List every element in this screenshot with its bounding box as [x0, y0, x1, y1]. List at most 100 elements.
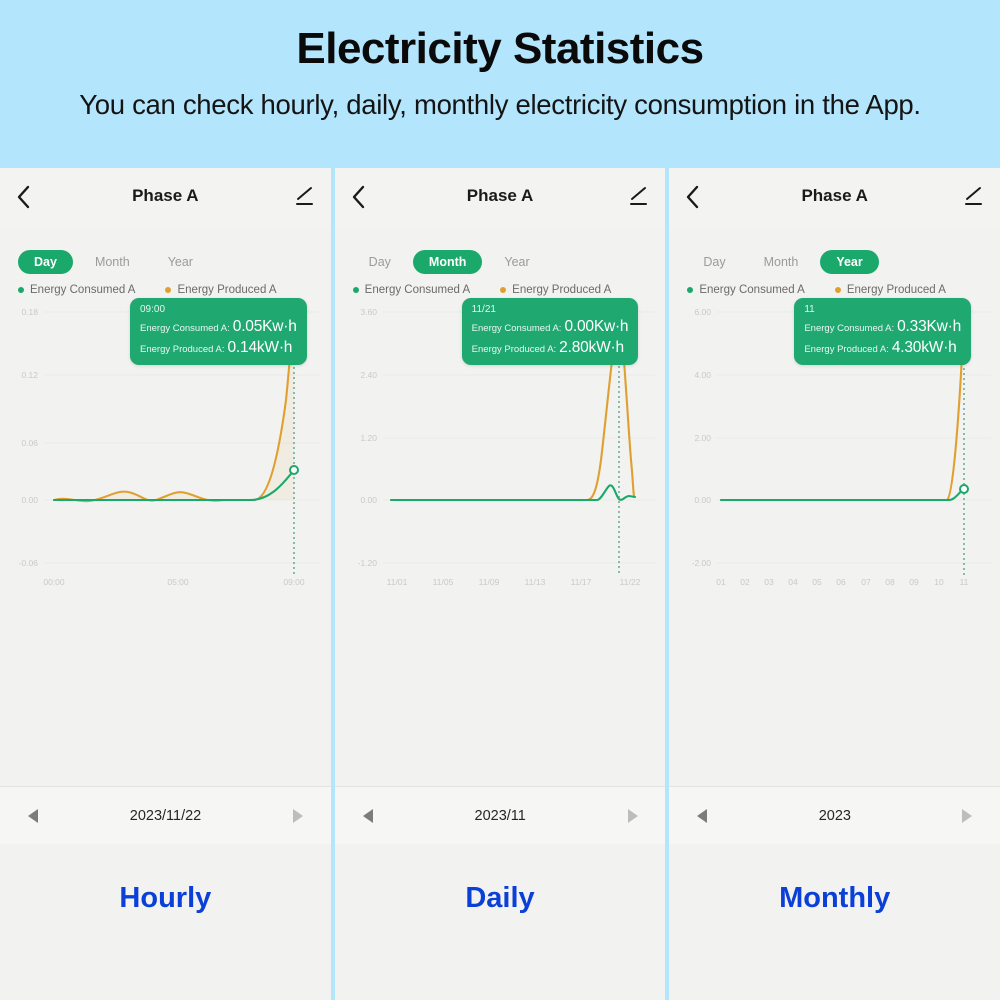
tooltip-label-produced: Energy Produced A: [140, 344, 225, 355]
page-subtitle: You can check hourly, daily, monthly ele… [79, 88, 921, 120]
legend-item-consumed: Energy Consumed A [18, 284, 135, 296]
date-value: 2023/11/22 [129, 807, 202, 824]
legend-item-consumed: Energy Consumed A [352, 284, 471, 296]
tooltip-label-consumed: Energy Consumed A: [804, 323, 895, 334]
xtick-1: 02 [741, 577, 751, 587]
tooltip-value-consumed: 0.33Kw·h [897, 318, 962, 335]
tooltip-time: 11 [804, 304, 815, 315]
tab-month[interactable]: Month [748, 250, 815, 274]
legend-dot-green-icon [352, 287, 359, 293]
ytick-4: 0.18 [21, 307, 38, 317]
chart-tooltip: 11/21 Energy Consumed A: 0.00Kw·h Energy… [461, 298, 639, 365]
phone-screenshot-row: Phase A Day Month Year Energy Consumed A… [0, 168, 1000, 868]
legend-item-produced: Energy Produced A [500, 284, 611, 296]
nav-title: Phase A [801, 186, 868, 205]
tab-year[interactable]: Year [152, 250, 209, 274]
tooltip-label-produced: Energy Produced A: [471, 344, 557, 355]
chart-area[interactable]: 0.18 0.12 0.06 0.00 -0.06 00:00 05:00 09… [0, 298, 331, 600]
tab-year[interactable]: Year [488, 250, 545, 274]
xtick-4: 11/17 [570, 577, 591, 587]
chart-legend: Energy Consumed A Energy Produced A [0, 274, 331, 296]
xtick-10: 11 [960, 577, 969, 587]
xtick-2: 03 [765, 577, 775, 587]
tooltip-row-consumed: Energy Consumed A: 0.05Kw·h [140, 318, 297, 336]
ytick-2: 2.00 [695, 433, 712, 443]
legend-item-produced: Energy Produced A [165, 284, 277, 296]
chart-area[interactable]: 6.00 4.00 2.00 0.00 -2.00 01 02 03 04 05… [669, 298, 1000, 600]
legend-dot-orange-icon [165, 287, 172, 293]
chart-tooltip: 11 Energy Consumed A: 0.33Kw·h Energy Pr… [794, 298, 972, 365]
xtick-3: 04 [789, 577, 799, 587]
xtick-8: 09 [910, 577, 920, 587]
tooltip-label-consumed: Energy Consumed A: [471, 323, 562, 334]
tooltip-row-produced: Energy Produced A: 0.14kW·h [140, 339, 297, 357]
caption-row: Hourly Daily Monthly [0, 868, 1000, 1000]
phone-panel-daily: Phase A Day Month Year Energy Consumed A… [334, 168, 666, 868]
period-tabs: Day Month Year [335, 226, 666, 274]
ytick-2: 0.06 [21, 438, 38, 448]
tab-year[interactable]: Year [820, 250, 879, 274]
tooltip-value-produced: 2.80kW·h [559, 339, 624, 356]
date-value: 2023/11 [474, 807, 526, 824]
ytick-3: 0.12 [21, 370, 38, 380]
legend-label-produced: Energy Produced A [177, 284, 277, 296]
tooltip-time: 11/21 [471, 304, 496, 315]
ytick-2: 1.20 [360, 433, 377, 443]
legend-label-consumed: Energy Consumed A [699, 284, 805, 296]
date-value: 2023 [818, 807, 851, 824]
legend-dot-green-icon [687, 287, 694, 293]
triangle-right-icon[interactable] [627, 808, 638, 823]
triangle-left-icon[interactable] [28, 808, 38, 823]
xtick-1: 05:00 [167, 577, 189, 587]
legend-label-consumed: Energy Consumed A [364, 284, 471, 296]
tab-month[interactable]: Month [79, 250, 146, 274]
pencil-edit-icon[interactable] [629, 186, 649, 208]
page-header: Electricity Statistics You can check hou… [0, 0, 1000, 168]
legend-item-consumed: Energy Consumed A [687, 284, 805, 296]
legend-dot-green-icon [18, 287, 24, 293]
nav-title: Phase A [132, 186, 199, 205]
ytick-4: 3.60 [360, 307, 377, 317]
date-navigator: 2023 [669, 786, 1000, 844]
ytick-1: 0.00 [360, 495, 377, 505]
pencil-edit-icon[interactable] [964, 186, 984, 208]
xtick-0: 11/01 [386, 577, 407, 587]
tooltip-value-produced: 0.14kW·h [227, 339, 293, 356]
triangle-left-icon[interactable] [362, 808, 373, 823]
period-tabs: Day Month Year [0, 226, 331, 274]
ytick-3: 4.00 [695, 370, 712, 380]
period-tabs: Day Month Year [669, 226, 1000, 274]
caption-cell-daily: Daily [334, 868, 666, 1000]
chart-area[interactable]: 3.60 2.40 1.20 0.00 -1.20 11/01 11/05 11… [335, 298, 666, 600]
highlight-point-consumed [289, 465, 299, 475]
tab-day[interactable]: Day [18, 250, 73, 274]
ytick-4: 6.00 [695, 307, 712, 317]
ytick-0: -2.00 [692, 558, 712, 568]
xtick-3: 11/13 [524, 577, 545, 587]
phone-panel-monthly: Phase A Day Month Year Energy Consumed A… [669, 168, 1000, 868]
series-line-consumed [389, 484, 636, 502]
chart-legend: Energy Consumed A Energy Produced A [669, 274, 1000, 296]
tooltip-label-consumed: Energy Consumed A: [140, 323, 230, 334]
tab-day[interactable]: Day [353, 250, 407, 274]
series-line-consumed [720, 487, 966, 502]
page-title: Electricity Statistics [296, 24, 704, 73]
caption-cell-hourly: Hourly [0, 868, 331, 1000]
triangle-right-icon[interactable] [293, 808, 303, 823]
tooltip-row-consumed: Energy Consumed A: 0.33Kw·h [804, 318, 961, 336]
xtick-5: 06 [837, 577, 847, 587]
caption-monthly: Monthly [779, 882, 891, 914]
tab-day[interactable]: Day [687, 250, 741, 274]
tab-month[interactable]: Month [412, 250, 483, 274]
legend-label-produced: Energy Produced A [512, 284, 612, 296]
xtick-6: 07 [862, 577, 872, 587]
xtick-0: 01 [717, 577, 727, 587]
pencil-edit-icon[interactable] [295, 186, 315, 208]
date-navigator: 2023/11 [334, 786, 666, 844]
nav-bar: Phase A [334, 168, 666, 226]
caption-cell-monthly: Monthly [669, 868, 1000, 1000]
triangle-right-icon[interactable] [962, 808, 973, 823]
triangle-left-icon[interactable] [697, 808, 708, 823]
caption-hourly: Hourly [119, 882, 212, 914]
tooltip-row-produced: Energy Produced A: 2.80kW·h [472, 339, 629, 357]
